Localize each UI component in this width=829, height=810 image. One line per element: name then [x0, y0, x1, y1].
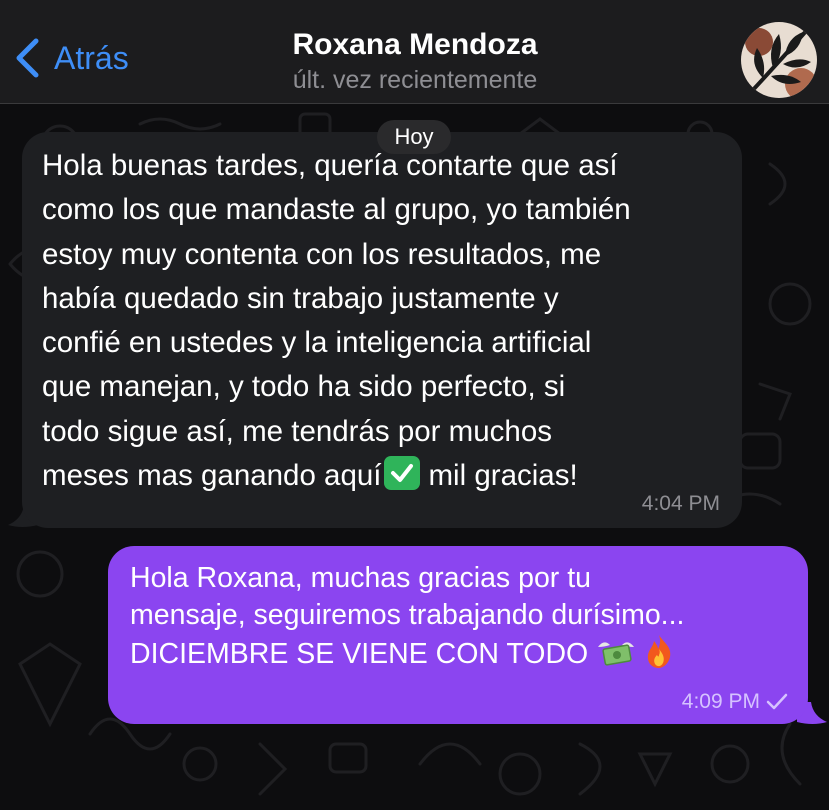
date-divider: Hoy [377, 120, 451, 154]
chat-header: Atrás Roxana Mendoza últ. vez recienteme… [0, 0, 829, 104]
incoming-message-text: Hola buenas tardes, quería contarte que … [42, 144, 722, 498]
chevron-left-icon [16, 38, 39, 78]
money-with-wings-emoji [596, 637, 636, 679]
back-button[interactable]: Atrás [14, 36, 129, 80]
outgoing-message-meta: 4:09 PM [682, 690, 788, 714]
incoming-message-time: 4:04 PM [641, 492, 720, 515]
fire-emoji [644, 633, 674, 679]
outgoing-message-text: Hola Roxana, muchas gracias por tu mensa… [130, 560, 786, 679]
incoming-message-closing: mil gracias! [428, 459, 578, 493]
check-mark-button-emoji [384, 456, 421, 491]
outgoing-message-time: 4:09 PM [681, 690, 760, 713]
back-label: Atrás [54, 40, 129, 76]
contact-status: últ. vez recientemente [292, 66, 538, 94]
chat-screen: Atrás Roxana Mendoza últ. vez recienteme… [0, 0, 829, 810]
sent-check-icon [766, 693, 788, 710]
outgoing-message[interactable]: Hola Roxana, muchas gracias por tu mensa… [108, 546, 808, 724]
contact-name: Roxana Mendoza [292, 28, 538, 61]
avatar-leaf-image [741, 22, 817, 98]
contact-info[interactable]: Roxana Mendoza últ. vez recientemente [210, 26, 620, 96]
avatar[interactable] [741, 22, 817, 98]
incoming-message[interactable]: Hola buenas tardes, quería contarte que … [22, 132, 742, 528]
incoming-message-body: Hola buenas tardes, quería contarte que … [42, 149, 631, 493]
